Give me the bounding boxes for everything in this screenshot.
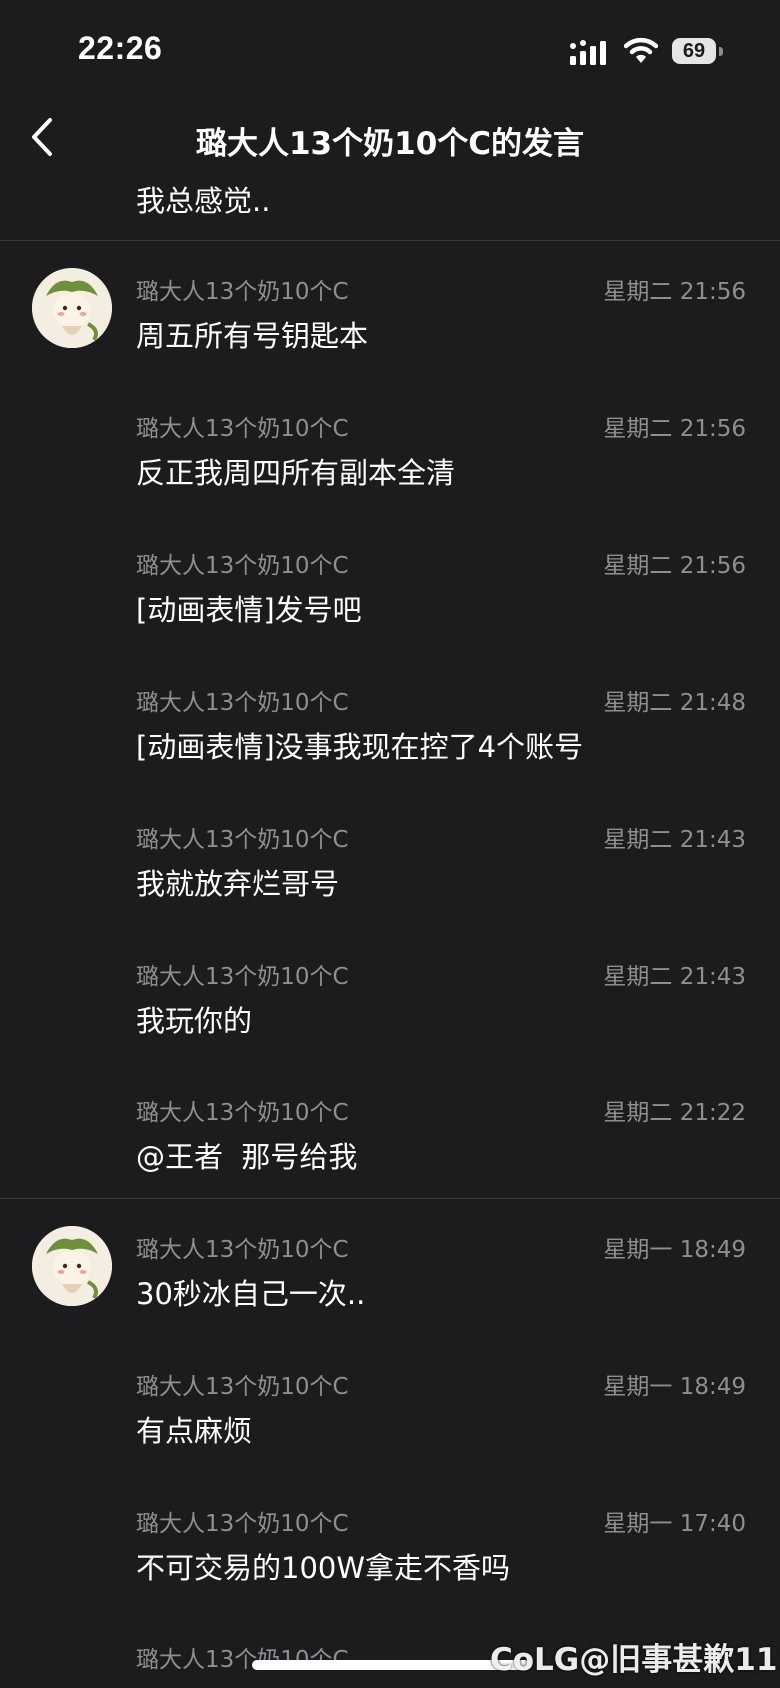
avatar[interactable] [32,1226,112,1306]
message-author: 璐大人13个奶10个C [136,1511,349,1537]
battery-level: 69 [672,38,716,64]
message-time: 星期一 18:49 [603,1237,746,1263]
message-text[interactable]: 反正我周四所有副本全清 [136,450,455,492]
message-author: 璐大人13个奶10个C [136,553,349,579]
message-author: 璐大人13个奶10个C [136,416,349,442]
message-text[interactable]: 有点麻烦 [136,1408,252,1450]
signal-icon [570,40,606,65]
message-text[interactable]: [动画表情]没事我现在控了4个账号 [136,724,583,766]
message-author: 璐大人13个奶10个C [136,827,349,853]
message-text[interactable]: 我玩你的 [136,998,252,1040]
battery-icon: 69 [672,38,726,66]
page-subtitle: 我总感觉.. [136,184,271,218]
message-time: 星期二 21:43 [603,827,746,853]
message-time: 星期二 21:43 [603,964,746,990]
message-time: 星期二 21:56 [603,553,746,579]
page-title: 璐大人13个奶10个C的发言 [195,126,585,162]
home-indicator[interactable] [252,1660,530,1670]
message-text[interactable]: 我就放弃烂哥号 [136,861,339,903]
message-author: 璐大人13个奶10个C [136,1374,349,1400]
message-text[interactable]: 周五所有号钥匙本 [136,313,368,355]
message-author: 璐大人13个奶10个C [136,1237,349,1263]
message-author: 璐大人13个奶10个C [136,279,349,305]
message-time: 星期二 21:56 [603,416,746,442]
wifi-icon [624,37,658,63]
avatar-image [32,1226,112,1306]
avatar[interactable] [32,268,112,348]
group-divider [0,1198,780,1199]
battery-cap [719,47,723,56]
message-text[interactable]: 不可交易的100W拿走不香吗 [136,1545,510,1587]
message-author: 璐大人13个奶10个C [136,690,349,716]
message-time: 星期一 17:40 [603,1511,746,1537]
message-author: 璐大人13个奶10个C [136,964,349,990]
message-author: 璐大人13个奶10个C [136,1100,349,1126]
avatar-image [32,268,112,348]
watermark: CoLG@旧事甚歉111 [490,1642,780,1678]
status-bar: 22:26 69 [0,0,780,100]
header-divider [0,240,780,241]
message-time: 星期二 21:56 [603,279,746,305]
message-time: 星期二 21:48 [603,690,746,716]
clock: 22:26 [78,30,163,66]
message-text[interactable]: 30秒冰自己一次.. [136,1271,365,1313]
message-text[interactable]: @王者 那号给我 [136,1134,357,1176]
message-text[interactable]: [动画表情]发号吧 [136,587,362,629]
message-time: 星期一 18:49 [603,1374,746,1400]
message-time: 星期二 21:22 [603,1100,746,1126]
